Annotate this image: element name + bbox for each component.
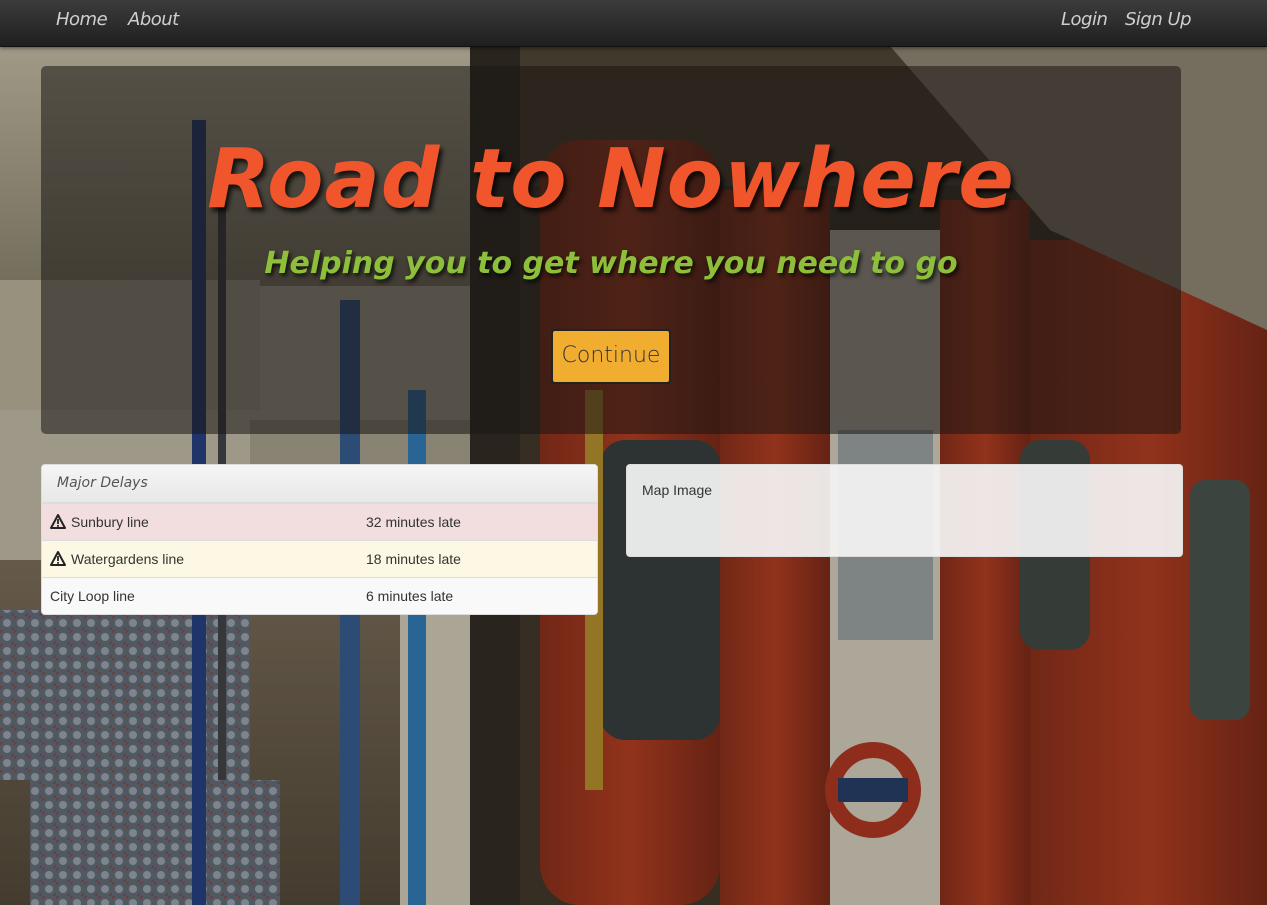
line-name: Watergardens line xyxy=(71,551,185,567)
table-row: Watergardens line 18 minutes late xyxy=(42,540,597,577)
hero-subtitle: Helping you to get where you need to go xyxy=(264,246,958,281)
nav-signup-link[interactable]: Sign Up xyxy=(1125,0,1192,46)
line-name: City Loop line xyxy=(50,588,135,604)
map-image-placeholder: Map Image xyxy=(642,482,713,498)
nav-about-link[interactable]: About xyxy=(128,0,179,46)
major-delays-panel: Major Delays Sunbury line 32 minutes lat… xyxy=(41,464,598,615)
table-row: Sunbury line 32 minutes late xyxy=(42,503,597,540)
continue-button[interactable]: Continue xyxy=(551,329,671,384)
major-delays-heading: Major Delays xyxy=(42,465,597,503)
nav-home-link[interactable]: Home xyxy=(56,0,108,46)
nav-login-link[interactable]: Login xyxy=(1061,0,1108,46)
warning-icon xyxy=(50,551,66,567)
delay-time: 32 minutes late xyxy=(366,514,461,530)
line-name-cell: City Loop line xyxy=(50,578,135,614)
hero-jumbotron: Road to Nowhere Helping you to get where… xyxy=(41,66,1181,434)
line-name-cell: Sunbury line xyxy=(50,504,149,540)
table-row: City Loop line 6 minutes late xyxy=(42,577,597,614)
warning-icon xyxy=(50,514,66,530)
delay-time: 6 minutes late xyxy=(366,588,454,604)
top-navbar: Home About Login Sign Up xyxy=(0,0,1267,47)
delay-time: 18 minutes late xyxy=(366,551,461,567)
line-name-cell: Watergardens line xyxy=(50,541,184,577)
hero-title: Road to Nowhere xyxy=(207,132,1015,227)
map-panel: Map Image xyxy=(626,464,1183,557)
line-name: Sunbury line xyxy=(71,514,149,530)
